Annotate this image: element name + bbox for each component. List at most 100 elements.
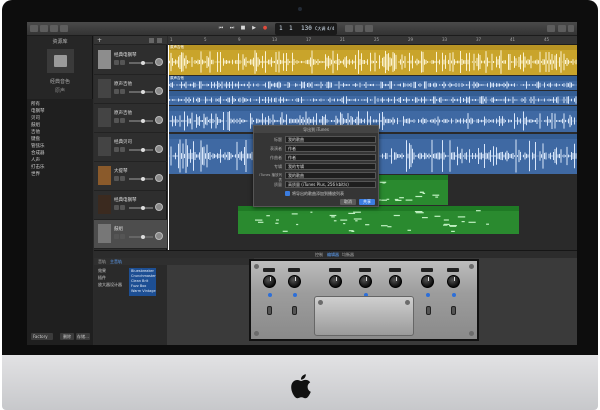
tab-eq[interactable]: 均衡器: [342, 252, 354, 258]
track-header[interactable]: 经典贝司: [94, 133, 167, 162]
library-item[interactable]: 电钢琴: [31, 108, 45, 114]
mute-solo-buttons[interactable]: [114, 147, 126, 152]
volume-slider[interactable]: [129, 119, 153, 123]
track-header[interactable]: 经典电钢琴: [94, 191, 167, 220]
mute-button[interactable]: [114, 118, 119, 123]
slider-thumb[interactable]: [141, 61, 145, 65]
library-item[interactable]: 管弦乐: [31, 143, 45, 149]
amp-model-list[interactable]: Bluesbreaker Crunchmaster Clean Brit Fuz…: [129, 268, 156, 296]
quality-select[interactable]: 高质量 (iTunes Plus, 256 kbit/s): [285, 181, 376, 188]
mute-solo-buttons[interactable]: [114, 205, 126, 210]
share-button[interactable]: 共享: [359, 199, 375, 205]
track-header[interactable]: 经典电钢琴: [94, 46, 167, 75]
ruler[interactable]: 1 5 9 13 17 21 25 29 33 37 41 45: [168, 36, 577, 45]
pan-knob[interactable]: [155, 145, 163, 153]
smart-controls-button[interactable]: [50, 25, 58, 32]
save-button[interactable]: 存储…: [76, 333, 90, 340]
audio-region[interactable]: [168, 91, 577, 105]
amp-model-item[interactable]: Crunchmaster: [131, 274, 156, 278]
artist-field[interactable]: 作者: [285, 145, 376, 152]
amp-model-item[interactable]: Warm Vintage: [131, 289, 156, 293]
pan-knob[interactable]: [155, 87, 163, 95]
drive-knob[interactable]: [288, 275, 301, 288]
metronome-button[interactable]: [365, 25, 373, 32]
library-item[interactable]: 所有: [31, 101, 40, 107]
solo-button[interactable]: [120, 60, 125, 65]
stop-button[interactable]: ■: [239, 25, 247, 32]
slider-thumb[interactable]: [141, 206, 145, 210]
midi-region[interactable]: [238, 206, 519, 234]
solo-button[interactable]: [120, 234, 125, 239]
solo-button[interactable]: [120, 205, 125, 210]
track-header[interactable]: 原声吉他: [94, 104, 167, 133]
mute-button[interactable]: [114, 60, 119, 65]
library-footer-select[interactable]: Factory: [31, 333, 53, 340]
editors-button[interactable]: [60, 25, 68, 32]
lcd-display[interactable]: 1 1 130 C大调 4/4: [275, 23, 337, 35]
tab-master[interactable]: 主音轨: [110, 259, 122, 265]
help-button[interactable]: [40, 25, 48, 32]
mute-solo-buttons[interactable]: [114, 89, 126, 94]
slider-thumb[interactable]: [141, 177, 145, 181]
toggle-switch[interactable]: [292, 306, 297, 315]
add-track-icon[interactable]: +: [97, 37, 102, 44]
add-to-playlist-checkbox[interactable]: [285, 191, 290, 196]
playhead[interactable]: [168, 45, 169, 250]
solo-button[interactable]: [120, 89, 125, 94]
volume-slider[interactable]: [129, 206, 153, 210]
amp-model-item[interactable]: Fuzz Box: [131, 284, 146, 288]
library-item[interactable]: 世界: [31, 171, 40, 177]
bass-knob[interactable]: [329, 275, 342, 288]
tab-editor[interactable]: 编辑器: [327, 252, 339, 258]
mute-button[interactable]: [114, 147, 119, 152]
toggle-switch[interactable]: [451, 306, 456, 315]
library-item[interactable]: 人声: [31, 157, 40, 163]
mute-button[interactable]: [114, 176, 119, 181]
catch-icon[interactable]: [157, 38, 162, 43]
library-item[interactable]: 吉他: [31, 129, 40, 135]
mute-button[interactable]: [114, 89, 119, 94]
mute-solo-buttons[interactable]: [114, 118, 126, 123]
pan-knob[interactable]: [155, 116, 163, 124]
pan-knob[interactable]: [155, 174, 163, 182]
volume-slider[interactable]: [129, 61, 153, 65]
smart-filter-icon[interactable]: [149, 38, 154, 43]
gain-knob[interactable]: [263, 275, 276, 288]
treble-knob[interactable]: [389, 275, 402, 288]
library-button[interactable]: [30, 25, 38, 32]
tab-controls[interactable]: 控制: [315, 252, 323, 258]
play-button[interactable]: ▶: [250, 25, 258, 32]
library-item[interactable]: 鼓组: [31, 122, 40, 128]
presence-knob[interactable]: [421, 275, 434, 288]
tab-track[interactable]: 音轨: [98, 259, 106, 265]
slider-thumb[interactable]: [141, 90, 145, 94]
forward-button[interactable]: ⏭: [228, 25, 236, 32]
library-item[interactable]: 打击乐: [31, 164, 45, 170]
slider-thumb[interactable]: [141, 235, 145, 239]
volume-slider[interactable]: [129, 148, 153, 152]
media-browser-button[interactable]: [568, 25, 574, 32]
library-item[interactable]: 合成器: [31, 150, 45, 156]
track-header[interactable]: 原声吉他: [94, 75, 167, 104]
track-header[interactable]: 鼓组: [94, 220, 167, 249]
count-in-button[interactable]: [355, 25, 363, 32]
pan-knob[interactable]: [155, 203, 163, 211]
loop-browser-button[interactable]: [558, 25, 566, 32]
album-field[interactable]: 我的专辑: [285, 163, 376, 170]
library-item[interactable]: 贝司: [31, 115, 40, 121]
pan-knob[interactable]: [155, 232, 163, 240]
solo-button[interactable]: [120, 176, 125, 181]
rewind-button[interactable]: ⏮: [217, 25, 225, 32]
composer-field[interactable]: 作者: [285, 154, 376, 161]
toggle-switch[interactable]: [267, 306, 272, 315]
audio-region[interactable]: 原声吉他: [168, 76, 577, 90]
mute-solo-buttons[interactable]: [114, 234, 126, 239]
audio-region[interactable]: 原声吉他: [168, 45, 577, 75]
volume-slider[interactable]: [129, 235, 153, 239]
mute-button[interactable]: [114, 234, 119, 239]
slider-thumb[interactable]: [141, 119, 145, 123]
playlist-field[interactable]: 我的歌曲: [285, 172, 376, 179]
track-header[interactable]: 大提琴: [94, 162, 167, 191]
volume-slider[interactable]: [129, 177, 153, 181]
delete-button[interactable]: 删除: [60, 333, 74, 340]
